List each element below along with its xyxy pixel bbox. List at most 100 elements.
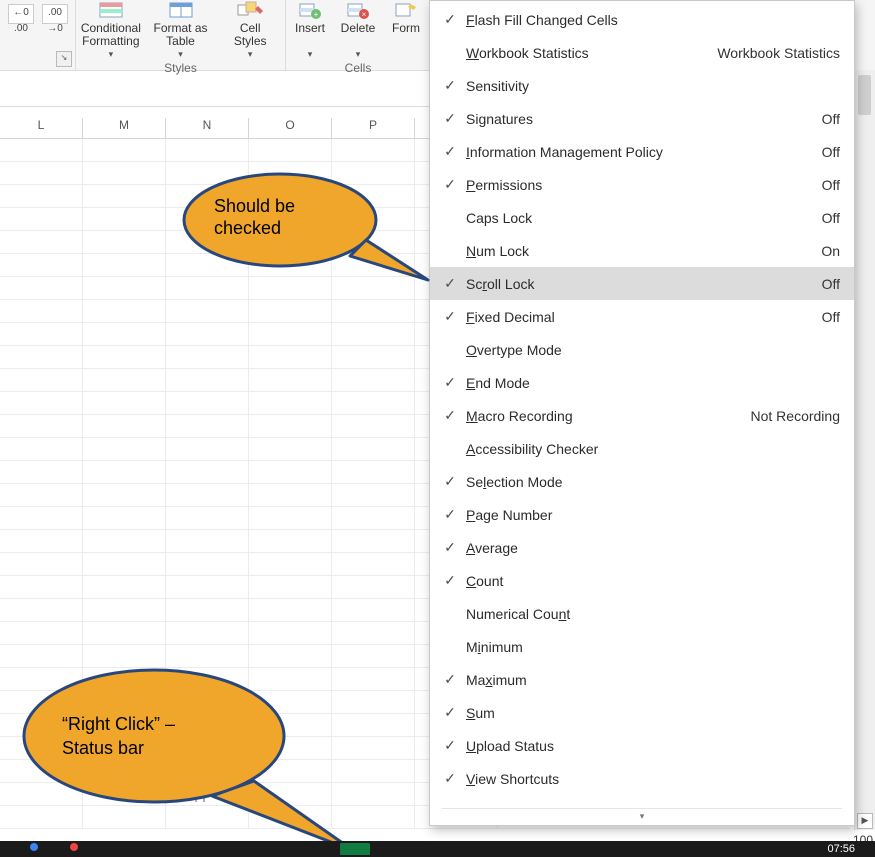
cell[interactable] (166, 507, 249, 529)
cell[interactable] (166, 369, 249, 391)
cell[interactable] (0, 714, 83, 736)
column-header[interactable]: L (0, 118, 83, 138)
menu-item[interactable]: Workbook StatisticsWorkbook Statistics (430, 36, 854, 69)
cell[interactable] (249, 300, 332, 322)
cell[interactable] (166, 162, 249, 184)
cell[interactable] (332, 208, 415, 230)
menu-item[interactable]: ✓Selection Mode (430, 465, 854, 498)
cell[interactable] (166, 461, 249, 483)
cell[interactable] (249, 553, 332, 575)
cell[interactable] (332, 806, 415, 828)
menu-item[interactable]: ✓Scroll LockOff (430, 267, 854, 300)
cell[interactable] (249, 438, 332, 460)
cell[interactable] (166, 668, 249, 690)
cell[interactable] (332, 162, 415, 184)
taskbar-app-icon[interactable] (30, 843, 38, 851)
delete-button[interactable]: × Delete▾ (334, 0, 382, 61)
cell[interactable] (166, 737, 249, 759)
cell[interactable] (166, 438, 249, 460)
cell[interactable] (83, 415, 166, 437)
cell[interactable] (0, 553, 83, 575)
cell[interactable] (249, 645, 332, 667)
cell[interactable] (83, 231, 166, 253)
cell[interactable] (83, 484, 166, 506)
cell[interactable] (83, 346, 166, 368)
vertical-scrollbar[interactable] (854, 70, 875, 830)
cell[interactable] (332, 737, 415, 759)
statusbar-context-menu[interactable]: ✓Flash Fill Changed CellsWorkbook Statis… (429, 0, 855, 826)
menu-item[interactable]: ✓PermissionsOff (430, 168, 854, 201)
menu-item[interactable]: ✓View Shortcuts (430, 762, 854, 795)
cell[interactable] (249, 783, 332, 805)
cell[interactable] (332, 346, 415, 368)
hscroll-right-icon[interactable]: ▶ (857, 813, 873, 829)
cell[interactable] (249, 507, 332, 529)
cell[interactable] (83, 185, 166, 207)
format-button[interactable]: Form (382, 0, 430, 35)
cell[interactable] (0, 438, 83, 460)
cell[interactable] (249, 346, 332, 368)
cell[interactable] (83, 783, 166, 805)
cell[interactable] (0, 277, 83, 299)
menu-item[interactable]: Num LockOn (430, 234, 854, 267)
cell[interactable] (0, 645, 83, 667)
cell[interactable] (249, 415, 332, 437)
cell[interactable] (0, 760, 83, 782)
cell[interactable] (83, 300, 166, 322)
cell[interactable] (249, 254, 332, 276)
cell[interactable] (83, 139, 166, 161)
cell[interactable] (249, 461, 332, 483)
windows-taskbar[interactable]: 07:56 (0, 841, 875, 857)
cell[interactable] (332, 438, 415, 460)
cell[interactable] (83, 277, 166, 299)
cell[interactable] (0, 346, 83, 368)
cell[interactable] (332, 139, 415, 161)
menu-item[interactable]: ✓Flash Fill Changed Cells (430, 3, 854, 36)
cell[interactable] (332, 783, 415, 805)
cell[interactable] (332, 254, 415, 276)
cell[interactable] (0, 162, 83, 184)
cell[interactable] (83, 254, 166, 276)
cell[interactable] (0, 507, 83, 529)
cell[interactable] (0, 691, 83, 713)
menu-item[interactable]: ✓Count (430, 564, 854, 597)
cell[interactable] (0, 737, 83, 759)
cell[interactable] (332, 415, 415, 437)
cell[interactable] (332, 530, 415, 552)
cell-styles-button[interactable]: Cell Styles ▾ (215, 0, 285, 61)
menu-item[interactable]: ✓Information Management PolicyOff (430, 135, 854, 168)
column-header[interactable]: O (249, 118, 332, 138)
cell[interactable] (83, 438, 166, 460)
cell[interactable] (0, 461, 83, 483)
cell[interactable] (166, 645, 249, 667)
cell[interactable] (249, 737, 332, 759)
cell[interactable] (166, 277, 249, 299)
cell[interactable] (249, 599, 332, 621)
cell[interactable] (332, 369, 415, 391)
cell[interactable] (249, 277, 332, 299)
taskbar-clock[interactable]: 07:56 (827, 843, 855, 855)
cell[interactable] (249, 162, 332, 184)
cell[interactable] (166, 185, 249, 207)
cell[interactable] (166, 392, 249, 414)
cell[interactable] (0, 806, 83, 828)
menu-item[interactable]: Accessibility Checker (430, 432, 854, 465)
menu-item[interactable]: Overtype Mode (430, 333, 854, 366)
menu-item[interactable]: ✓Sensitivity (430, 69, 854, 102)
cell[interactable] (332, 622, 415, 644)
increase-decimal-button[interactable]: ←0 .00 (8, 4, 34, 24)
scroll-thumb[interactable] (858, 75, 871, 115)
menu-item[interactable]: ✓End Mode (430, 366, 854, 399)
cell[interactable] (83, 714, 166, 736)
cell[interactable] (249, 185, 332, 207)
cell[interactable] (166, 484, 249, 506)
cell[interactable] (83, 530, 166, 552)
menu-item[interactable]: ✓Macro RecordingNot Recording (430, 399, 854, 432)
menu-item[interactable]: ✓Sum (430, 696, 854, 729)
cell[interactable] (332, 576, 415, 598)
cell[interactable] (83, 461, 166, 483)
cell[interactable] (166, 760, 249, 782)
cell[interactable] (332, 231, 415, 253)
number-dialog-launcher-icon[interactable]: ↘ (56, 51, 72, 67)
cell[interactable] (83, 668, 166, 690)
